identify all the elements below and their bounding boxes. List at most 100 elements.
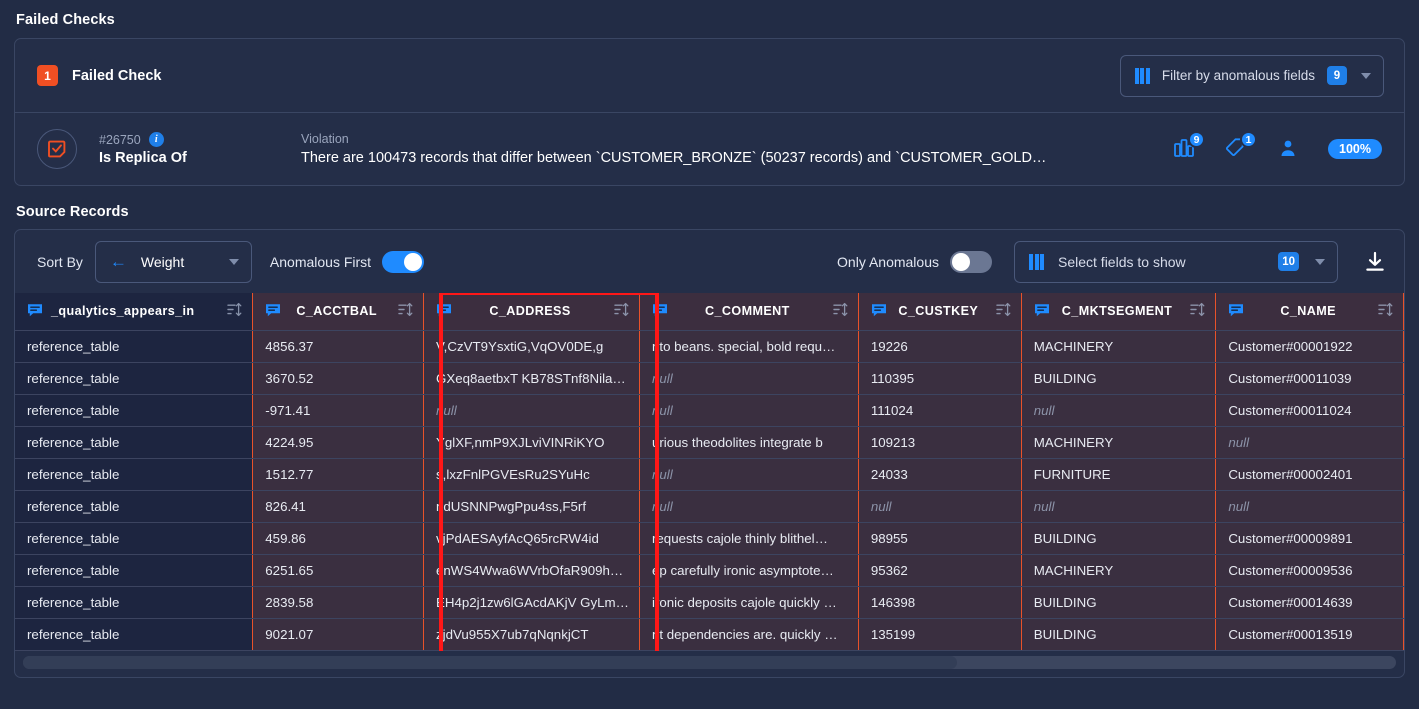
check-identity: #26750 i Is Replica Of xyxy=(99,132,289,166)
sort-by-label: Sort By xyxy=(37,253,83,270)
cell-c-mktsegment: BUILDING xyxy=(1020,586,1216,619)
arrow-left-icon[interactable]: ← xyxy=(110,253,127,270)
sort-icon[interactable] xyxy=(227,302,242,320)
comment-icon xyxy=(27,302,43,321)
cell-c-address: zjdVu955X7ub7qNqnkjCT xyxy=(423,618,640,651)
sort-icon[interactable] xyxy=(996,302,1011,320)
table-row[interactable]: reference_table 4856.37 V,CzVT9YsxtiG,VqOV… xyxy=(15,330,1404,363)
cell-c-acctbal: 6251.65 xyxy=(252,554,424,587)
column-header-c-address[interactable]: C_ADDRESS xyxy=(423,293,640,331)
cell-c-mktsegment: MACHINERY xyxy=(1020,330,1216,363)
source-records-card: Sort By ← Weight Anomalous First Only An… xyxy=(14,229,1405,678)
cell-c-name: Customer#00002401 xyxy=(1215,458,1404,491)
table-header-row: _qualytics_appears_in C_ACCTBAL C_ADDRESS C… xyxy=(15,293,1404,331)
cell-c-address: ndUSNNPwgPpu4ss,F5rf xyxy=(423,490,640,523)
cell--qualytics-appears-in: reference_table xyxy=(15,586,253,619)
failed-check-count-badge: 1 xyxy=(37,65,58,86)
comment-icon xyxy=(1228,302,1244,321)
cell-c-custkey: null xyxy=(857,490,1022,523)
cell--qualytics-appears-in: reference_table xyxy=(15,330,253,363)
anomalous-columns-indicator[interactable]: 9 xyxy=(1172,131,1206,162)
source-records-title: Source Records xyxy=(16,204,129,220)
cell-c-address: enWS4Wwa6WVrbOfaR909h… xyxy=(423,554,640,587)
table-row[interactable]: reference_table 459.86 vjPdAESAyfAcQ65rcRW… xyxy=(15,522,1404,555)
sort-icon[interactable] xyxy=(1190,302,1205,320)
cell-c-address: YglXF,nmP9XJLviVINRiKYO xyxy=(423,426,640,459)
cell-c-custkey: 98955 xyxy=(857,522,1022,555)
failed-check-row[interactable]: #26750 i Is Replica Of Violation There a… xyxy=(15,113,1404,185)
filter-by-anomalous-fields-select[interactable]: Filter by anomalous fields 9 xyxy=(1119,54,1384,97)
scrollbar-thumb[interactable] xyxy=(23,655,957,669)
sort-icon[interactable] xyxy=(1378,302,1393,320)
sort-by-select[interactable]: ← Weight xyxy=(94,240,252,283)
check-id: #26750 xyxy=(99,132,141,147)
cell-c-comment: null xyxy=(638,458,859,491)
cell-c-mktsegment: BUILDING xyxy=(1020,362,1216,395)
sort-icon xyxy=(1190,303,1205,317)
table-row[interactable]: reference_table 4224.95 YglXF,nmP9XJLviVIN… xyxy=(15,426,1404,459)
column-header-c-name[interactable]: C_NAME xyxy=(1215,293,1404,331)
cell-c-mktsegment: null xyxy=(1020,490,1216,523)
cell--qualytics-appears-in: reference_table xyxy=(15,554,253,587)
only-anomalous-toggle[interactable] xyxy=(950,250,992,273)
column-header--qualytics-appears-in[interactable]: _qualytics_appears_in xyxy=(15,293,253,331)
table-row[interactable]: reference_table 1512.77 s,lxzFnlPGVEsRu2SY… xyxy=(15,458,1404,491)
cell-c-address: vjPdAESAyfAcQ65rcRW4id xyxy=(423,522,640,555)
check-id-line: #26750 i xyxy=(99,132,289,147)
cell-c-name: Customer#00011039 xyxy=(1215,362,1404,395)
cell-c-address: EH4p2j1zw6lGAcdAKjV GyLm… xyxy=(423,586,640,619)
cell-c-name: Customer#00009891 xyxy=(1215,522,1404,555)
cell-c-acctbal: 4856.37 xyxy=(252,330,424,363)
download-icon xyxy=(1366,251,1384,271)
tags-indicator[interactable]: 1 xyxy=(1224,131,1258,162)
sort-icon[interactable] xyxy=(833,302,848,320)
select-fields-to-show-select[interactable]: Select fields to show 10 xyxy=(1014,240,1338,283)
column-header-c-mktsegment[interactable]: C_MKTSEGMENT xyxy=(1020,293,1216,331)
cell-c-comment: null xyxy=(638,490,859,523)
cell-c-acctbal: 4224.95 xyxy=(252,426,424,459)
column-header-c-comment[interactable]: C_COMMENT xyxy=(638,293,859,331)
comment-icon xyxy=(437,303,452,316)
cell--qualytics-appears-in: reference_table xyxy=(15,618,253,651)
table-row[interactable]: reference_table 826.41 ndUSNNPwgPpu4ss,F5r… xyxy=(15,490,1404,523)
comment-icon xyxy=(1034,302,1050,321)
filter-count-badge: 9 xyxy=(1327,66,1347,85)
source-records-table: _qualytics_appears_in C_ACCTBAL C_ADDRESS C… xyxy=(15,293,1404,651)
anomalous-first-label: Anomalous First xyxy=(269,253,372,270)
cell-c-name: Customer#00013519 xyxy=(1215,618,1404,651)
select-fields-label: Select fields to show xyxy=(1058,253,1186,270)
table-row[interactable]: reference_table 2839.58 EH4p2j1zw6lGAcdAKj… xyxy=(15,586,1404,619)
toggle-knob xyxy=(404,252,423,271)
table-row[interactable]: reference_table 6251.65 enWS4Wwa6WVrbOfaR9… xyxy=(15,554,1404,587)
source-records-toolbar: Sort By ← Weight Anomalous First Only An… xyxy=(15,230,1404,293)
failed-checks-header: 1 Failed Check Filter by anomalous field… xyxy=(15,39,1404,113)
sort-icon[interactable] xyxy=(614,302,629,320)
cell-c-acctbal: 826.41 xyxy=(252,490,424,523)
sort-icon xyxy=(614,303,629,317)
cell-c-comment: ep carefully ironic asymptote… xyxy=(638,554,859,587)
table-row[interactable]: reference_table 9021.07 zjdVu955X7ub7qNqnk… xyxy=(15,618,1404,651)
table-row[interactable]: reference_table 3670.52 GXeq8aetbxT KB78ST… xyxy=(15,362,1404,395)
assignee-indicator[interactable] xyxy=(1276,136,1302,162)
column-header-c-acctbal[interactable]: C_ACCTBAL xyxy=(252,293,424,331)
info-icon[interactable]: i xyxy=(148,132,164,147)
comment-icon xyxy=(1229,303,1244,316)
cell-c-custkey: 95362 xyxy=(857,554,1022,587)
column-header-c-custkey[interactable]: C_CUSTKEY xyxy=(857,293,1022,331)
table-row[interactable]: reference_table -971.41 null null 111024 null… xyxy=(15,394,1404,427)
cell-c-mktsegment: null xyxy=(1020,394,1216,427)
failed-checks-page: Failed Checks 1 Failed Check Filter by a… xyxy=(0,0,1419,709)
chevron-down-icon xyxy=(1361,72,1371,79)
anomalous-first-toggle[interactable] xyxy=(382,250,425,273)
comment-icon xyxy=(871,303,886,316)
sort-icon[interactable] xyxy=(398,302,413,320)
sort-icon xyxy=(996,303,1011,317)
sort-by-value: Weight xyxy=(140,253,185,270)
cell-c-custkey: 146398 xyxy=(857,586,1022,619)
only-anomalous-label: Only Anomalous xyxy=(837,253,939,270)
comment-icon xyxy=(436,302,452,321)
cell-c-address: GXeq8aetbxT KB78STnf8Nila… xyxy=(423,362,640,395)
download-button[interactable] xyxy=(1364,251,1386,273)
horizontal-scrollbar[interactable] xyxy=(23,655,1396,669)
chevron-down-icon xyxy=(228,258,239,265)
